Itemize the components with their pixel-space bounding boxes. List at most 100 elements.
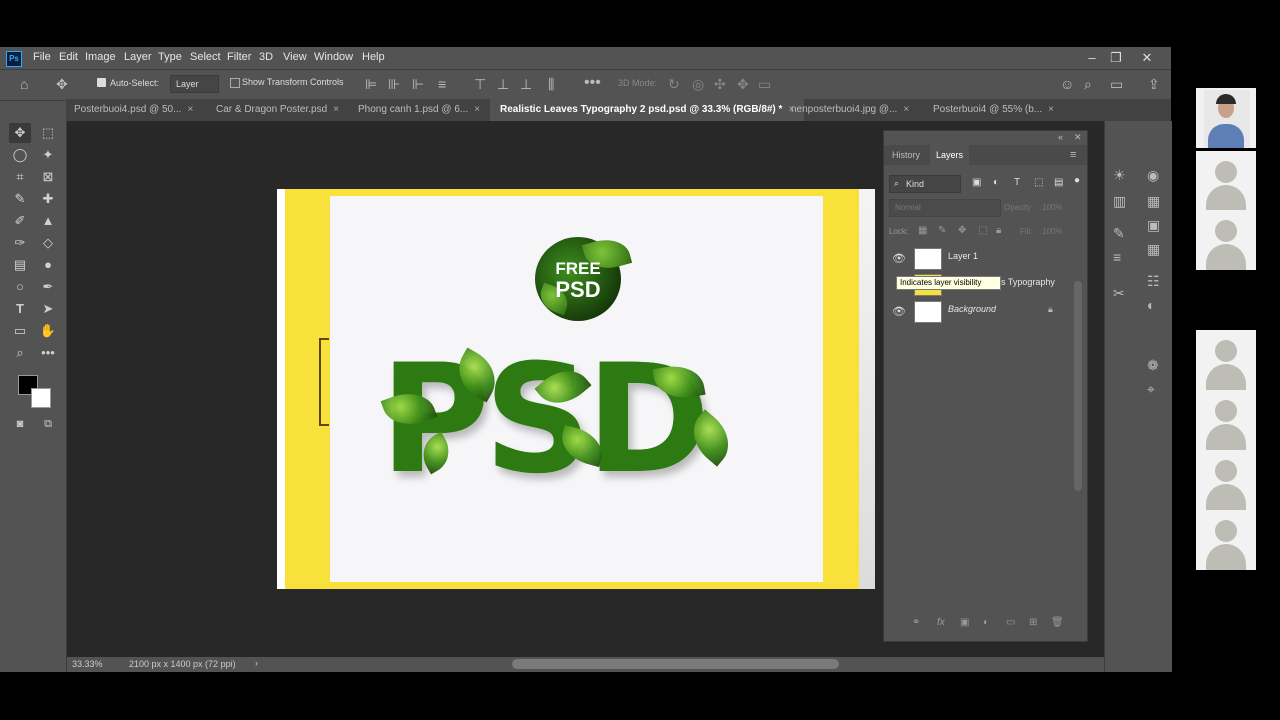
align-center-icon[interactable]: ⊪ <box>388 76 400 93</box>
tab-close-icon[interactable]: × <box>333 104 339 115</box>
align-top-icon[interactable]: ⊤ <box>474 76 486 93</box>
home-icon[interactable]: ⌂ <box>20 76 28 92</box>
gradient-tool-icon[interactable]: ▤ <box>9 255 31 275</box>
restore-icon[interactable]: ❐ <box>1104 49 1128 67</box>
brushes-icon[interactable]: ✎ <box>1113 225 1125 242</box>
move-tool-icon[interactable]: ✥ <box>9 123 31 143</box>
menu-type[interactable]: Type <box>158 51 182 63</box>
screen-mode-icon[interactable]: ⧉ <box>37 414 59 434</box>
layer-name[interactable]: Background <box>948 304 996 314</box>
close-icon[interactable]: ✕ <box>1135 49 1159 67</box>
filter-kind-dropdown[interactable]: ⌕ Kind <box>889 175 961 193</box>
minimize-icon[interactable]: – <box>1080 49 1104 67</box>
layer-name[interactable]: Layer 1 <box>948 251 978 261</box>
magic-wand-icon[interactable]: ✦ <box>37 145 59 165</box>
layer-mask-icon[interactable]: ▣ <box>960 617 969 628</box>
paths-icon[interactable]: ⌖ <box>1147 381 1155 398</box>
distribute-vertical-icon[interactable]: ⫼ <box>548 76 554 93</box>
more-options-icon[interactable]: ••• <box>584 74 601 92</box>
menu-filter[interactable]: Filter <box>227 51 251 63</box>
distribute-icon[interactable]: ≡ <box>438 76 446 92</box>
more-tools-icon[interactable]: ••• <box>37 343 59 363</box>
share-icon[interactable]: ⇪ <box>1148 76 1160 93</box>
align-left-icon[interactable]: ⊫ <box>365 76 377 93</box>
quick-mask-icon[interactable]: ◙ <box>9 414 31 434</box>
status-arrow-icon[interactable]: › <box>255 658 258 668</box>
eyedropper-icon[interactable]: ✎ <box>9 189 31 209</box>
horizontal-scrollbar[interactable] <box>512 659 839 669</box>
menu-view[interactable]: View <box>283 51 307 63</box>
layers-scrollbar[interactable] <box>1074 281 1082 491</box>
menu-layer[interactable]: Layer <box>124 51 152 63</box>
properties-icon[interactable]: ☷ <box>1147 273 1160 290</box>
adjustment-layer-icon[interactable]: ◐ <box>983 617 989 628</box>
type-tool-icon[interactable]: T <box>9 299 31 319</box>
close-panel-icon[interactable]: ✕ <box>1074 132 1082 143</box>
tools-icon[interactable]: ✂ <box>1113 285 1125 302</box>
healing-brush-icon[interactable]: ✚ <box>37 189 59 209</box>
new-group-icon[interactable]: ▭ <box>1006 617 1015 628</box>
pen-tool-icon[interactable]: ✒ <box>37 277 59 297</box>
align-middle-icon[interactable]: ⊥ <box>497 76 509 93</box>
collapse-panel-icon[interactable]: « <box>1058 132 1063 142</box>
learn-icon[interactable]: ☀ <box>1113 167 1126 184</box>
tab-close-icon[interactable]: × <box>187 104 193 115</box>
share-user-icon[interactable]: ☺ <box>1060 76 1074 92</box>
menu-3d[interactable]: 3D <box>259 51 273 63</box>
layer-row-background[interactable]: 👁︎ Background 🔒︎ <box>884 298 1074 324</box>
tab-close-icon[interactable]: × <box>474 104 480 115</box>
menu-file[interactable]: File <box>33 51 51 63</box>
color-icon[interactable]: ◉ <box>1147 167 1159 184</box>
lock-artboard-icon[interactable]: ⬚ <box>978 225 987 236</box>
tab-close-icon[interactable]: × <box>1048 104 1054 115</box>
filter-pixel-icon[interactable]: ▣ <box>972 177 981 188</box>
tab-realistic-leaves[interactable]: Realistic Leaves Typography 2 psd.psd @ … <box>490 99 805 121</box>
channels-icon[interactable]: ❁ <box>1147 357 1159 374</box>
marquee-tool-icon[interactable]: ⬚ <box>37 123 59 143</box>
rectangle-tool-icon[interactable]: ▭ <box>9 321 31 341</box>
frame-tool-icon[interactable]: ⊠ <box>37 167 59 187</box>
libraries-icon[interactable]: ▥ <box>1113 193 1126 210</box>
layer-style-icon[interactable]: fx <box>937 617 945 628</box>
tab-posterbuoi4-55[interactable]: Posterbuoi4 @ 55% (b... × <box>933 99 1054 121</box>
tab-layers[interactable]: Layers <box>930 145 970 165</box>
lock-position-icon[interactable]: ✥ <box>958 225 966 236</box>
lock-all-icon[interactable]: 🔒︎ <box>996 225 1001 236</box>
tab-car-dragon[interactable]: Car & Dragon Poster.psd × <box>216 99 339 121</box>
panel-menu-icon[interactable]: ≡ <box>1070 149 1076 161</box>
menu-image[interactable]: Image <box>85 51 116 63</box>
zoom-level[interactable]: 33.33% <box>72 659 103 669</box>
adjustments-icon[interactable]: ◐ <box>1147 297 1155 313</box>
zoom-tool-icon[interactable]: ⌕ <box>9 343 31 363</box>
tab-posterbuoi4[interactable]: Posterbuoi4.psd @ 50... × <box>74 99 193 121</box>
filter-type-icon[interactable]: T <box>1014 177 1020 188</box>
search-icon[interactable]: ⌕ <box>1084 76 1092 93</box>
show-transform-checkbox[interactable] <box>230 78 240 88</box>
layer-row-layer-1[interactable]: 👁︎ Layer 1 <box>884 245 1074 271</box>
visibility-eye-icon[interactable]: 👁︎ <box>892 305 906 318</box>
filter-toggle-icon[interactable]: ● <box>1074 175 1080 186</box>
opacity-value[interactable]: 100% <box>1042 203 1062 212</box>
new-layer-icon[interactable]: ⊞ <box>1029 617 1037 628</box>
patterns-icon[interactable]: ▦ <box>1147 241 1160 258</box>
auto-select-dropdown[interactable]: Layer <box>170 75 219 93</box>
gradients-icon[interactable]: ▣ <box>1147 217 1160 234</box>
fill-value[interactable]: 100% <box>1042 227 1062 236</box>
lasso-tool-icon[interactable]: ◯ <box>9 145 31 165</box>
tab-close-icon[interactable]: × <box>903 104 909 115</box>
move-tool-icon[interactable]: ✥ <box>56 76 68 93</box>
brush-tool-icon[interactable]: ✐ <box>9 211 31 231</box>
eraser-tool-icon[interactable]: ◇ <box>37 233 59 253</box>
visibility-eye-icon[interactable]: 👁︎ <box>892 252 906 265</box>
delete-layer-icon[interactable]: 🗑︎ <box>1051 617 1064 628</box>
auto-select-checkbox[interactable] <box>97 78 106 87</box>
crop-tool-icon[interactable]: ⌗ <box>9 167 31 187</box>
align-bottom-icon[interactable]: ⊥ <box>520 76 532 93</box>
menu-help[interactable]: Help <box>362 51 385 63</box>
filter-adjust-icon[interactable]: ◐ <box>993 177 999 188</box>
blur-tool-icon[interactable]: ● <box>37 255 59 275</box>
hand-tool-icon[interactable]: ✋ <box>37 321 59 341</box>
layer-name[interactable]: es Typography <box>996 277 1055 287</box>
history-brush-icon[interactable]: ✑ <box>9 233 31 253</box>
path-selection-icon[interactable]: ➤ <box>37 299 59 319</box>
